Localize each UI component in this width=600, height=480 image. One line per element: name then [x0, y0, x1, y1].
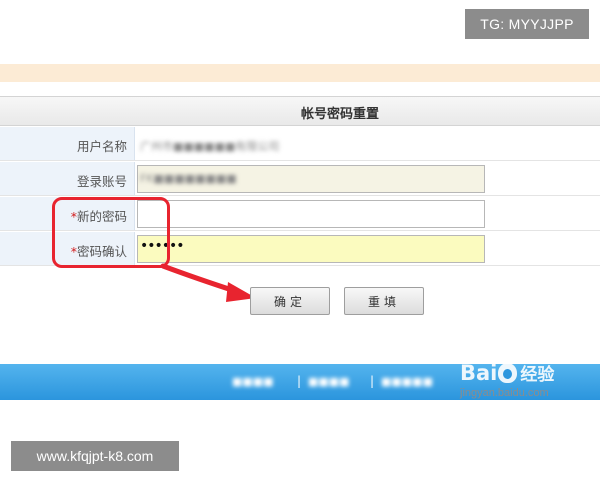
- username-value: 广州市■■■■■■有限公司: [140, 140, 280, 153]
- baidu-jingyan-logo: Bai 经验: [460, 360, 555, 386]
- confirm-button[interactable]: 确定: [250, 287, 330, 315]
- row-username: 用户名称 广州市■■■■■■有限公司: [0, 127, 600, 161]
- label-cell: 用户名称: [0, 127, 135, 160]
- login-account-field: FK■■■■■■■■: [137, 165, 485, 193]
- footer-link[interactable]: ■■■■■: [381, 375, 433, 388]
- top-band: [0, 64, 600, 82]
- row-login-account: 登录账号 FK■■■■■■■■: [0, 162, 600, 196]
- footer-link[interactable]: ■■■■: [308, 375, 350, 388]
- form-title: 帐号密码重置: [300, 107, 379, 122]
- login-account-value: FK■■■■■■■■: [140, 172, 237, 185]
- login-account-label: 登录账号: [76, 174, 127, 189]
- tg-watermark-badge: TG: MYYJJPP: [465, 9, 589, 39]
- site-watermark-badge: www.kfqjpt-k8.com: [11, 441, 179, 471]
- watermark-url: jingyan.baidu.com: [460, 387, 549, 399]
- footer-link[interactable]: ■■■■: [232, 375, 274, 388]
- label-cell: 登录账号: [0, 162, 135, 195]
- paw-icon: [498, 362, 518, 383]
- confirm-password-input[interactable]: ••••••: [137, 235, 485, 263]
- username-label: 用户名称: [76, 139, 127, 154]
- reset-button[interactable]: 重填: [344, 287, 424, 315]
- footer-separator: |: [297, 374, 302, 388]
- red-arrow-icon: [160, 263, 256, 302]
- highlight-box: [52, 197, 170, 268]
- form-header: 帐号密码重置: [0, 96, 600, 126]
- footer-separator: |: [370, 374, 375, 388]
- new-password-input[interactable]: [137, 200, 485, 228]
